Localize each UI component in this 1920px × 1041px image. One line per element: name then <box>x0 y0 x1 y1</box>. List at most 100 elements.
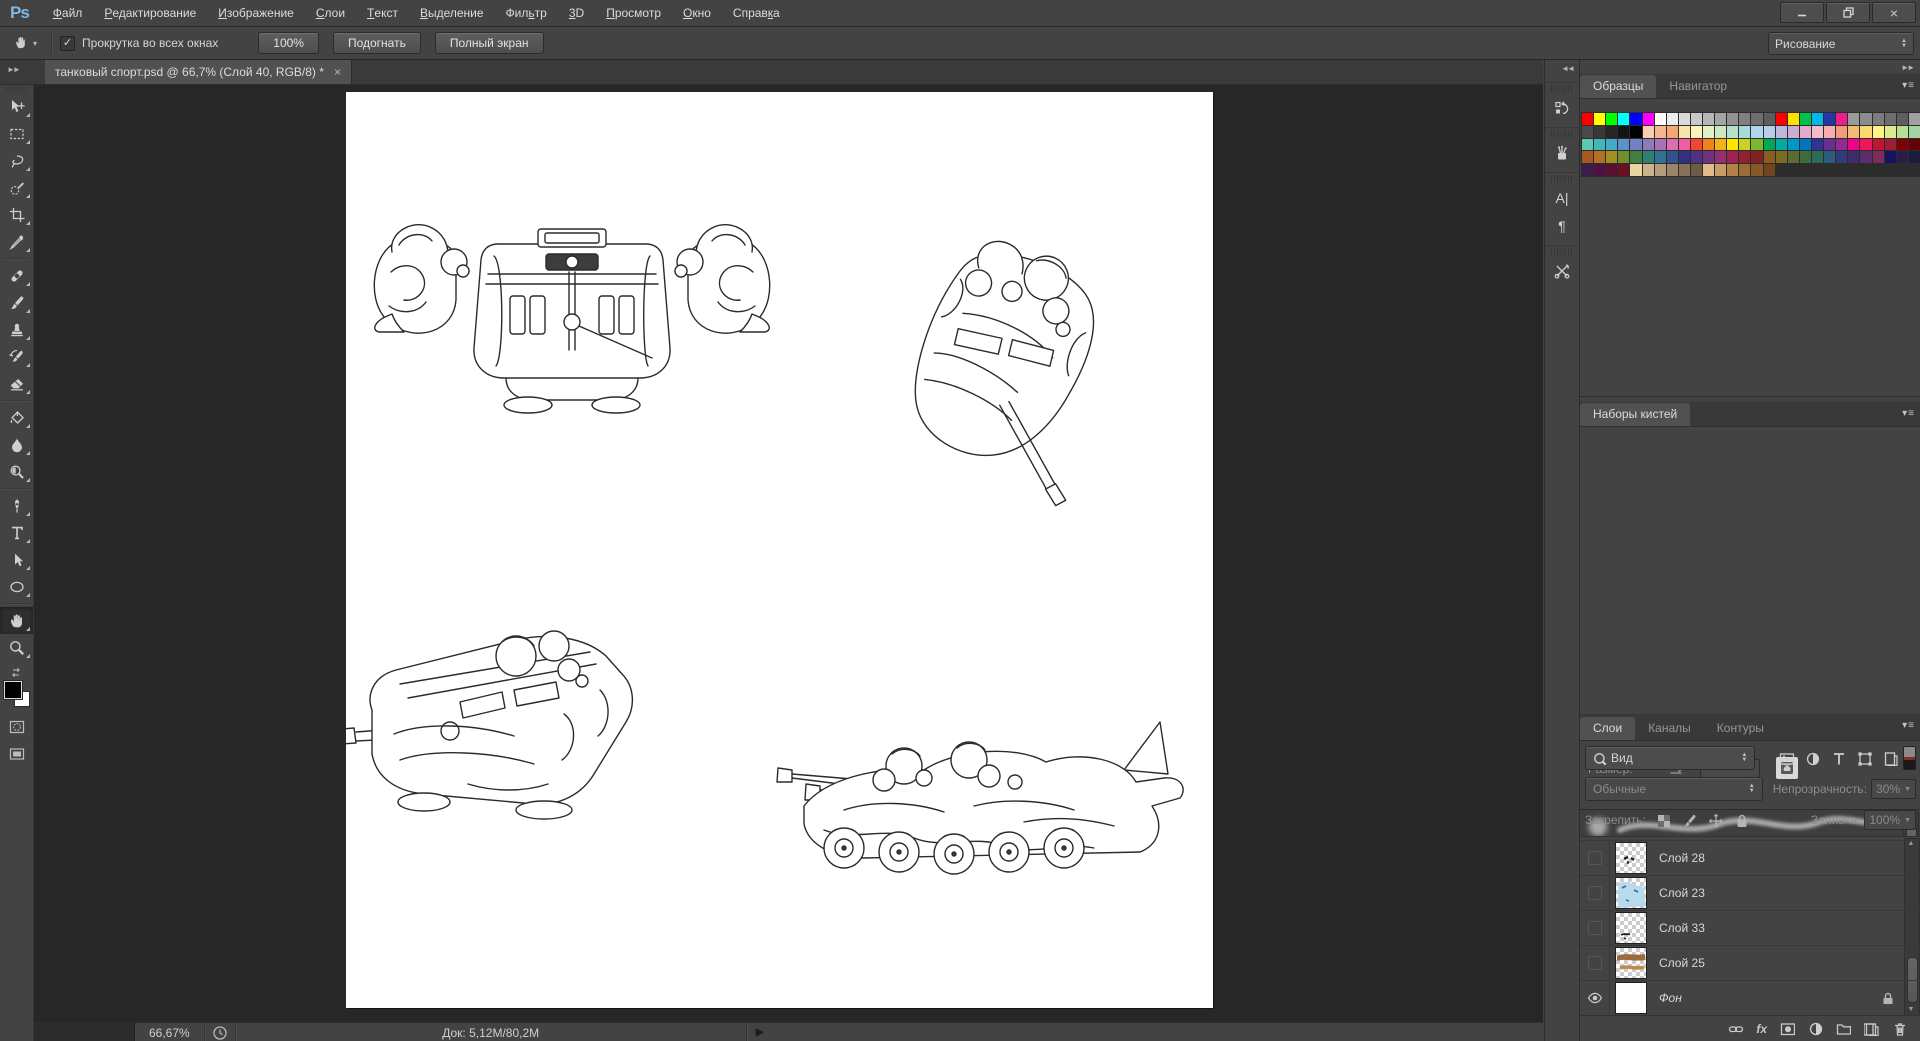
filter-smobj-button[interactable] <box>1877 747 1903 769</box>
tab-layers[interactable]: Слои <box>1580 717 1635 740</box>
rail-grip[interactable]: |||||||| <box>1545 130 1579 138</box>
swatch-2-20[interactable] <box>1824 139 1835 151</box>
swatch-1-16[interactable] <box>1776 126 1787 138</box>
swatch-3-6[interactable] <box>1655 151 1666 163</box>
swatch-4-11[interactable] <box>1715 164 1726 176</box>
tool-dodge[interactable] <box>0 458 33 485</box>
layer-thumbnail[interactable] <box>1615 842 1647 874</box>
swatch-3-12[interactable] <box>1727 151 1738 163</box>
foreground-color-swatch[interactable] <box>4 681 22 699</box>
blend-mode-select[interactable]: Обычные ▲▼ <box>1585 777 1763 801</box>
swatch-1-22[interactable] <box>1848 126 1859 138</box>
tab-swatches[interactable]: Образцы <box>1580 75 1656 98</box>
filter-adj-button[interactable] <box>1799 747 1825 769</box>
timer-button[interactable] <box>205 1023 236 1041</box>
swatch-3-24[interactable] <box>1873 151 1884 163</box>
swatch-0-14[interactable] <box>1751 113 1762 125</box>
swatch-1-1[interactable] <box>1594 126 1605 138</box>
swatch-3-14[interactable] <box>1751 151 1762 163</box>
swatch-1-9[interactable] <box>1691 126 1702 138</box>
tab-navigator[interactable]: Навигатор <box>1656 75 1740 98</box>
swatch-3-3[interactable] <box>1618 151 1629 163</box>
layers-footer-link-button[interactable] <box>1728 1021 1743 1036</box>
tool-healing-brush[interactable] <box>0 262 33 289</box>
swatch-4-2[interactable] <box>1606 164 1617 176</box>
swatch-2-5[interactable] <box>1643 139 1654 151</box>
swatch-0-17[interactable] <box>1788 113 1799 125</box>
swatch-4-6[interactable] <box>1655 164 1666 176</box>
tab-brush-presets[interactable]: Наборы кистей <box>1580 403 1690 426</box>
layers-footer-folder-button[interactable] <box>1836 1021 1851 1036</box>
swatch-2-7[interactable] <box>1667 139 1678 151</box>
swatch-3-27[interactable] <box>1909 151 1920 163</box>
swatch-3-22[interactable] <box>1848 151 1859 163</box>
menu-item-select[interactable]: Выделение <box>409 0 495 26</box>
swatch-1-17[interactable] <box>1788 126 1799 138</box>
swatch-1-27[interactable] <box>1909 126 1920 138</box>
swatch-3-1[interactable] <box>1594 151 1605 163</box>
swatch-3-18[interactable] <box>1800 151 1811 163</box>
swatch-3-5[interactable] <box>1643 151 1654 163</box>
swatch-1-26[interactable] <box>1897 126 1908 138</box>
tool-blur[interactable] <box>0 431 33 458</box>
filter-toggle-switch[interactable] <box>1903 746 1916 770</box>
swatch-2-19[interactable] <box>1812 139 1823 151</box>
zoom-level-field[interactable]: 66,67% <box>135 1023 205 1041</box>
swatch-3-19[interactable] <box>1812 151 1823 163</box>
menu-item-type[interactable]: Текст <box>356 0 409 26</box>
document-page[interactable] <box>346 92 1213 1008</box>
swatch-1-7[interactable] <box>1667 126 1678 138</box>
menu-item-view[interactable]: Просмотр <box>595 0 672 26</box>
tab-paths[interactable]: Контуры <box>1704 717 1777 740</box>
swatch-3-9[interactable] <box>1691 151 1702 163</box>
layer-thumbnail[interactable] <box>1615 982 1647 1014</box>
swatch-2-26[interactable] <box>1897 139 1908 151</box>
swatch-2-11[interactable] <box>1715 139 1726 151</box>
screen-mode-button[interactable] <box>0 740 33 767</box>
double-chevron-right-icon[interactable]: ►► <box>1901 63 1913 72</box>
swatch-2-10[interactable] <box>1703 139 1714 151</box>
swatch-2-3[interactable] <box>1618 139 1629 151</box>
panel-icon-tool-presets[interactable] <box>1549 258 1575 284</box>
tool-eraser[interactable] <box>0 370 33 397</box>
swatch-0-24[interactable] <box>1873 113 1884 125</box>
swatch-1-4[interactable] <box>1630 126 1641 138</box>
opacity-value[interactable]: 30%▼ <box>1871 779 1916 799</box>
swatch-0-23[interactable] <box>1860 113 1871 125</box>
swatch-0-20[interactable] <box>1824 113 1835 125</box>
swatch-2-14[interactable] <box>1751 139 1762 151</box>
panel-menu-icon[interactable]: ▾≡ <box>1902 80 1915 91</box>
panel-menu-icon[interactable]: ▾≡ <box>1902 720 1915 731</box>
swatch-2-22[interactable] <box>1848 139 1859 151</box>
panel-icon-brush-presets[interactable] <box>1549 140 1575 166</box>
menu-item-file[interactable]: Файл <box>42 0 94 26</box>
panel-menu-icon[interactable]: ▾≡ <box>1902 408 1915 419</box>
close-button[interactable]: × <box>1872 2 1916 23</box>
swatch-2-8[interactable] <box>1679 139 1690 151</box>
swatch-1-10[interactable] <box>1703 126 1714 138</box>
workspace-select[interactable]: Рисование ▲▼ <box>1768 32 1914 55</box>
layer-thumbnail[interactable] <box>1615 877 1647 909</box>
swatch-1-15[interactable] <box>1764 126 1775 138</box>
swatch-3-26[interactable] <box>1897 151 1908 163</box>
panel-icon-history[interactable] <box>1549 95 1575 121</box>
swatch-4-10[interactable] <box>1703 164 1714 176</box>
swatch-3-16[interactable] <box>1776 151 1787 163</box>
swatch-4-0[interactable] <box>1582 164 1593 176</box>
swatch-4-7[interactable] <box>1667 164 1678 176</box>
visibility-cell[interactable] <box>1580 910 1610 945</box>
swatch-4-5[interactable] <box>1643 164 1654 176</box>
swatch-0-15[interactable] <box>1764 113 1775 125</box>
menu-item-image[interactable]: Изображение <box>207 0 305 26</box>
swatch-4-8[interactable] <box>1679 164 1690 176</box>
swatch-1-2[interactable] <box>1606 126 1617 138</box>
layer-thumbnail[interactable] <box>1615 912 1647 944</box>
status-menu-arrow[interactable]: ▶ <box>747 1023 773 1041</box>
option-button-2[interactable]: Полный экран <box>435 32 544 54</box>
swatch-0-21[interactable] <box>1836 113 1847 125</box>
option-button-1[interactable]: Подогнать <box>333 32 421 54</box>
swatch-3-11[interactable] <box>1715 151 1726 163</box>
swatch-0-12[interactable] <box>1727 113 1738 125</box>
swatch-3-25[interactable] <box>1885 151 1896 163</box>
swatch-4-12[interactable] <box>1727 164 1738 176</box>
